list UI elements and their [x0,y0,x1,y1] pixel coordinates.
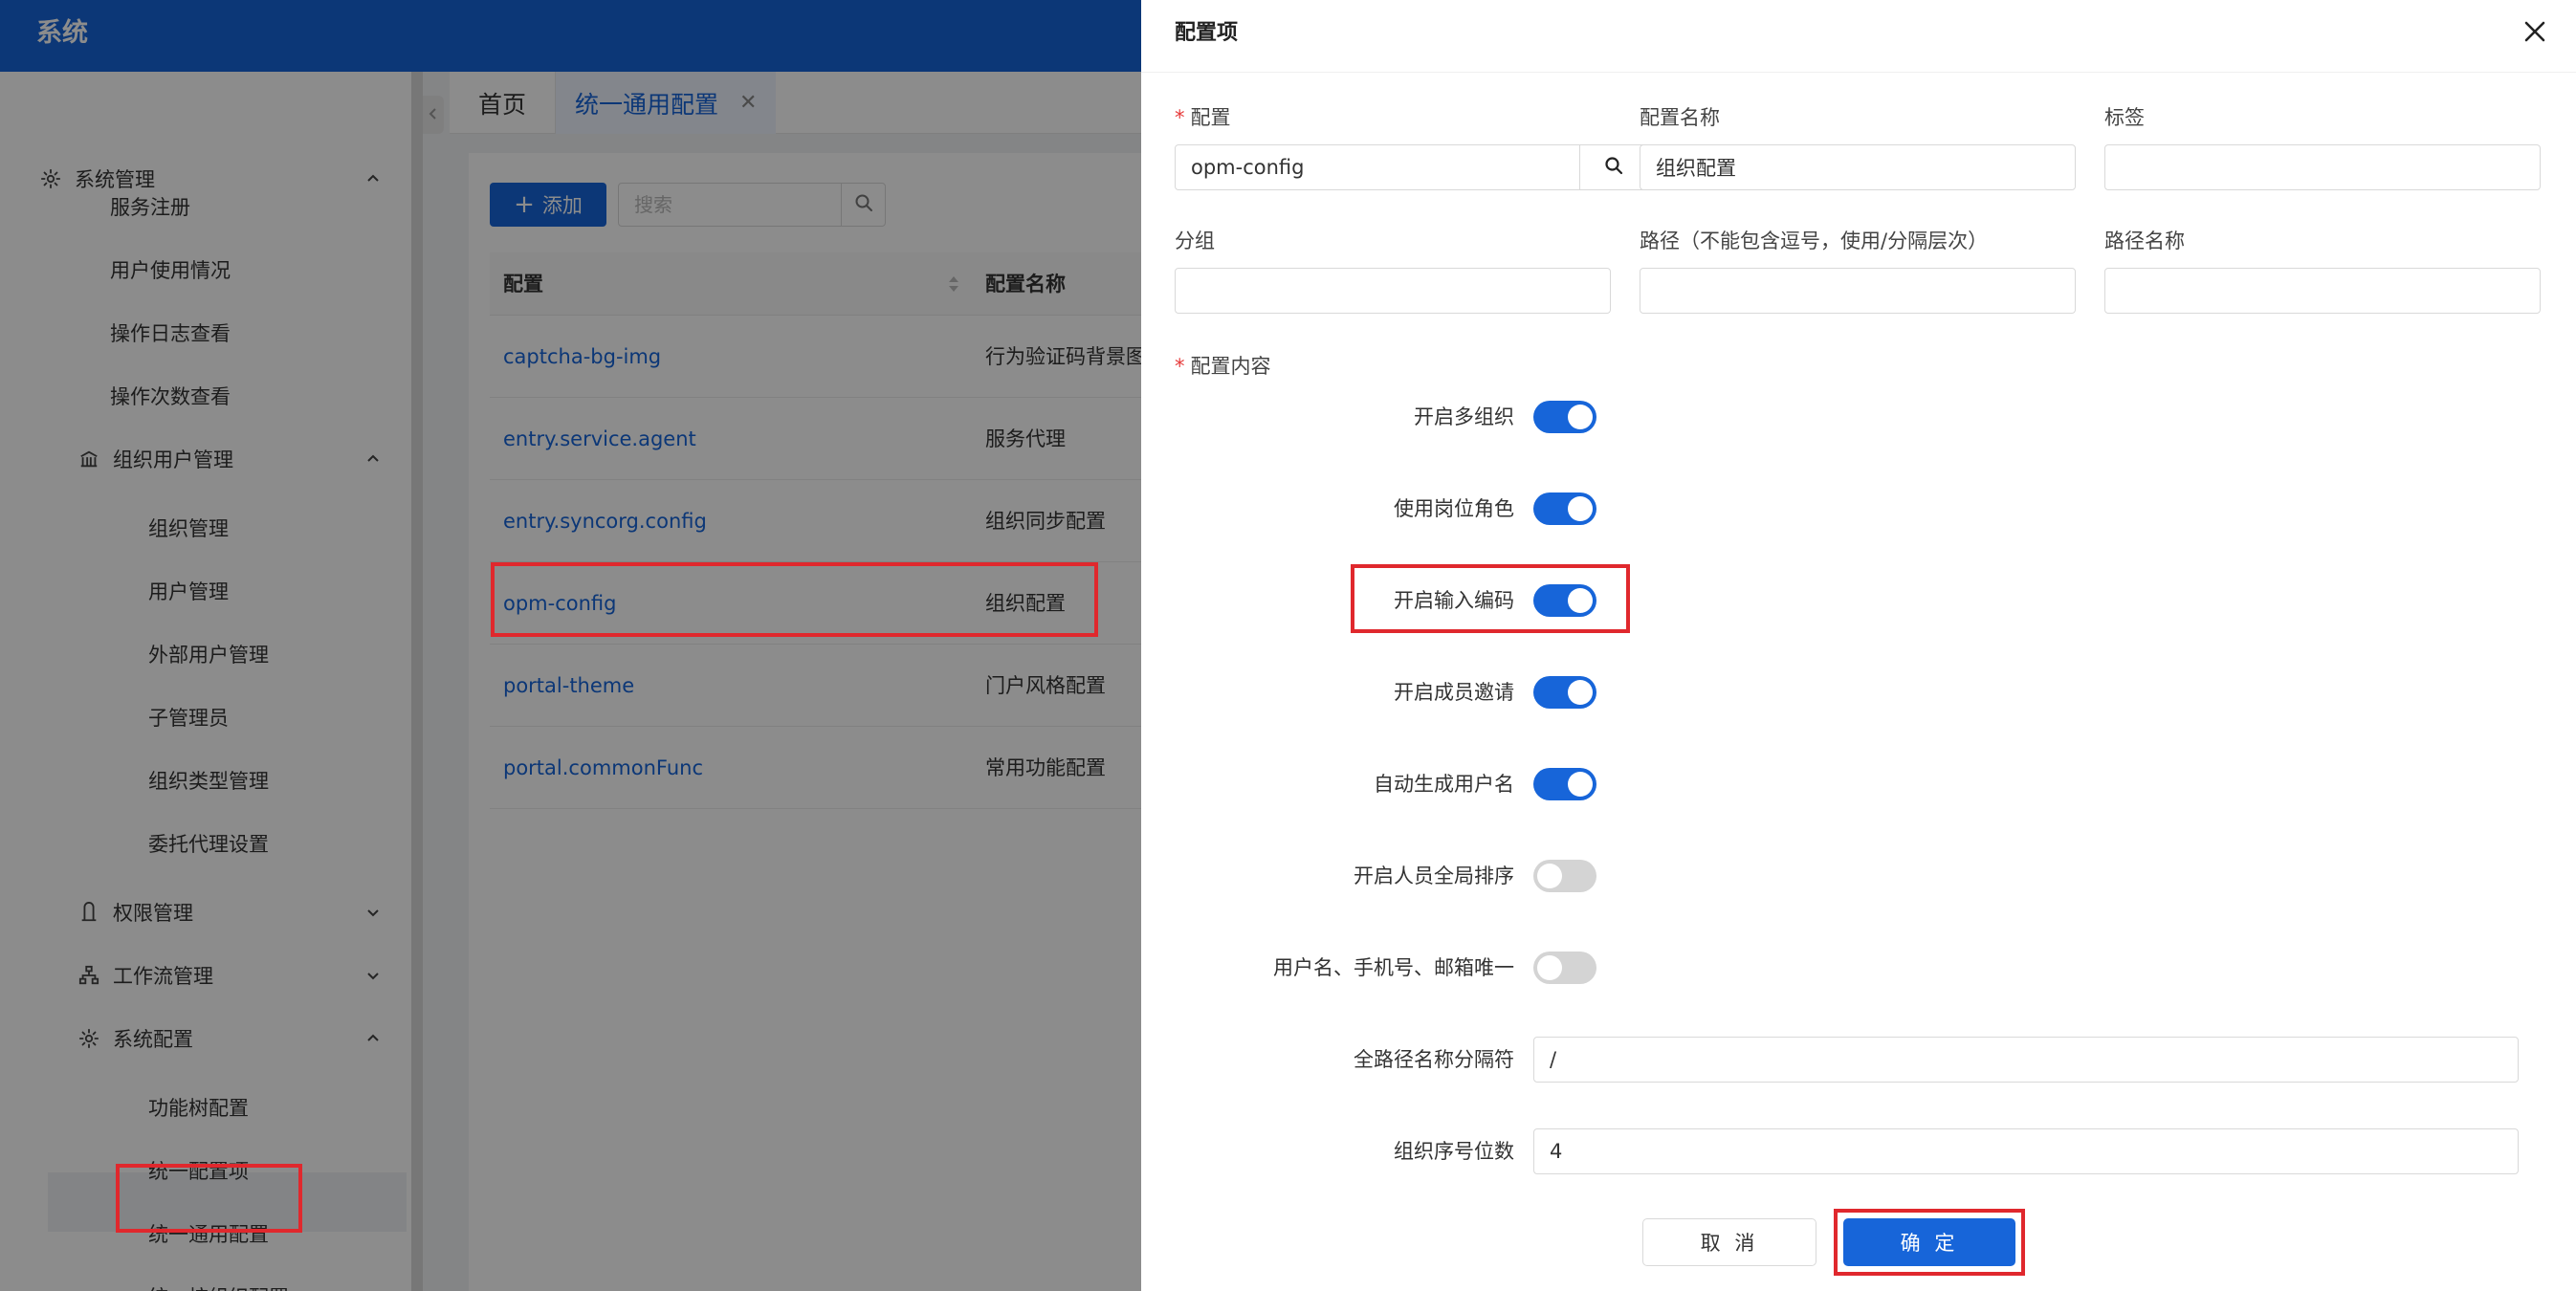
switch-label-member-invite: 开启成员邀请 [1394,681,1514,704]
highlight-box-input-code-switch [1351,564,1630,633]
drawer-close-button[interactable] [2519,17,2551,50]
switch-global-sort[interactable] [1533,860,1596,892]
drawer-mask[interactable] [0,0,1141,1291]
switch-knob [1537,955,1562,980]
highlight-box-confirm-button [1834,1209,2025,1276]
field-label-path: 路径（不能包含逗号，使用/分隔层次） [1640,230,1989,252]
field-label-config-name: 配置名称 [1640,106,1720,129]
switch-label-global-sort: 开启人员全局排序 [1354,864,1514,887]
group-input[interactable] [1175,268,1611,314]
switch-knob [1537,864,1562,888]
field-label-path-name: 路径名称 [2104,230,2185,252]
field-label-group: 分组 [1175,230,1215,252]
switch-unique-identity[interactable] [1533,952,1596,984]
field-label-config: * 配置 [1175,103,1231,132]
path-name-input[interactable] [2104,268,2541,314]
cancel-button[interactable]: 取 消 [1642,1218,1816,1266]
config-name-input[interactable] [1640,144,2076,190]
path-separator-input[interactable] [1533,1037,2519,1083]
switch-knob [1568,405,1593,429]
close-icon [2522,19,2547,48]
field-label-text: 配置 [1190,106,1231,129]
required-mark: * [1175,355,1185,378]
switch-knob [1568,772,1593,797]
config-drawer: 配置项 *配置 配置名称 标签 分组 路径（不能包含逗号，使用/分隔层次） 路径… [1141,0,2576,1291]
switch-label-auto-username: 自动生成用户名 [1374,773,1514,796]
switch-label-unique-identity: 用户名、手机号、邮箱唯一 [1273,956,1514,979]
config-search-button[interactable] [1580,144,1647,190]
config-input[interactable] [1175,144,1580,190]
path-input[interactable] [1640,268,2076,314]
drawer-header: 配置项 [1141,0,2576,73]
switch-label-multi-org: 开启多组织 [1414,405,1514,428]
highlight-box-selected-row [491,562,1098,637]
switch-label-post-role: 使用岗位角色 [1394,497,1514,520]
seq-digits-input[interactable] [1533,1128,2519,1174]
switch-knob [1568,496,1593,521]
field-label-text: 配置内容 [1190,355,1271,378]
switch-post-role[interactable] [1533,492,1596,525]
search-icon [1604,156,1623,179]
switch-knob [1568,680,1593,705]
switch-multi-org[interactable] [1533,401,1596,433]
switch-auto-username[interactable] [1533,768,1596,800]
field-label-config-content: * 配置内容 [1175,352,1271,381]
field-label-path-separator: 全路径名称分隔符 [1354,1048,1514,1071]
required-mark: * [1175,106,1185,129]
switch-member-invite[interactable] [1533,676,1596,709]
field-label-seq-digits: 组织序号位数 [1394,1140,1514,1163]
field-label-tag: 标签 [2104,106,2145,129]
tag-input[interactable] [2104,144,2541,190]
highlight-box-active-menu [116,1164,302,1233]
drawer-title: 配置项 [1175,21,1239,45]
